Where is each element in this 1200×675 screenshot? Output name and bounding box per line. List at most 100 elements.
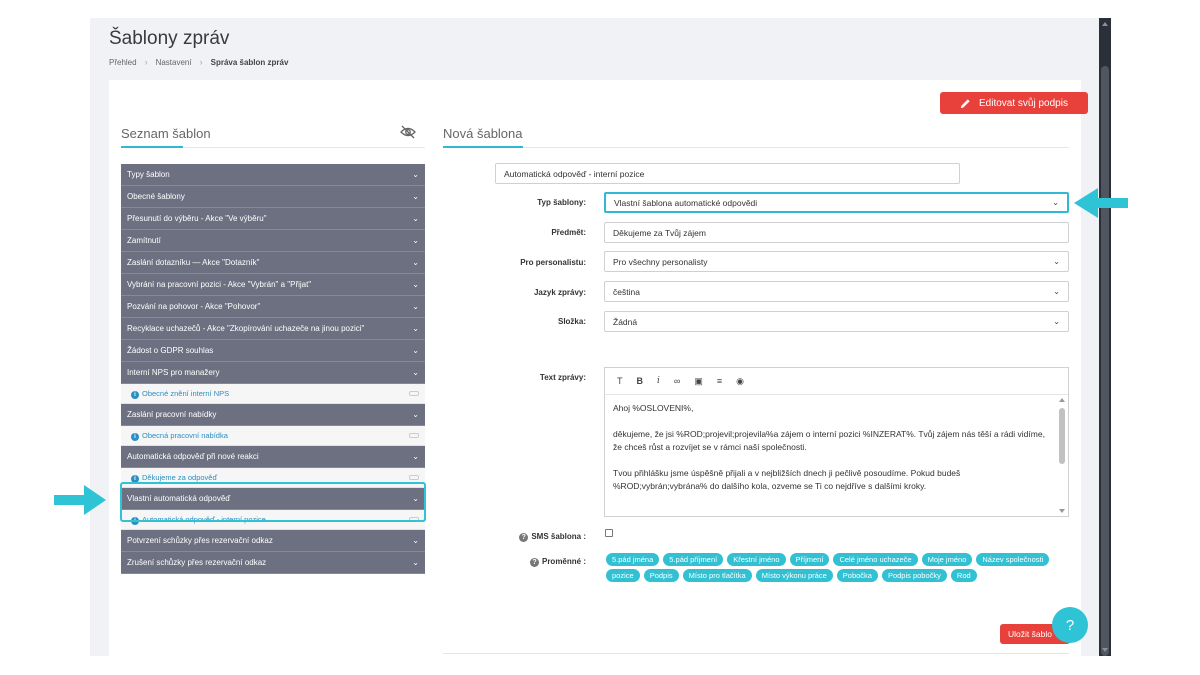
list-category[interactable]: Žádost o GDPR souhlas ⌄	[121, 340, 425, 362]
chevron-down-icon: ⌄	[412, 346, 419, 355]
scrollbar-thumb[interactable]	[1059, 408, 1065, 464]
chevron-down-icon: ⌄	[1052, 198, 1059, 207]
eye-off-icon[interactable]	[400, 125, 416, 139]
list-category[interactable]: Typy šablon ⌄	[121, 164, 425, 186]
breadcrumb-item-overview[interactable]: Přehled	[109, 58, 137, 67]
page-title: Šablony zpráv	[109, 28, 230, 49]
title-underline	[443, 146, 523, 148]
new-template-title: Nová šablona	[443, 126, 523, 141]
chevron-down-icon: ⌄	[412, 452, 419, 461]
variable-chip[interactable]: Místo pro tlačítka	[682, 569, 752, 582]
tag-icon	[409, 433, 419, 438]
variable-chip[interactable]: Rod	[950, 569, 977, 582]
list-category[interactable]: Zaslání pracovní nabídky ⌄	[121, 404, 425, 426]
chevron-down-icon: ⌄	[1053, 317, 1060, 326]
variable-chip[interactable]: Název společnosti	[976, 553, 1050, 566]
variable-chip[interactable]: 5.pád jména	[606, 553, 660, 566]
list-category[interactable]: Zrušení schůzky přes rezervační odkaz ⌄	[121, 552, 425, 574]
list-template-item[interactable]: i Obecné znění interní NPS	[121, 384, 425, 404]
list-category[interactable]: Přesunutí do výběru - Akce "Ve výběru" ⌄	[121, 208, 425, 230]
variable-chip[interactable]: Podpis pobočky	[881, 569, 947, 582]
help-button[interactable]: ?	[1052, 607, 1088, 643]
folder-select[interactable]: Žádná ⌄	[604, 311, 1069, 332]
variable-chip[interactable]: Moje jméno	[921, 553, 973, 566]
title-underline	[121, 146, 183, 148]
pointer-arrow-right-icon	[54, 485, 106, 515]
list-category[interactable]: Obecné šablony ⌄	[121, 186, 425, 208]
variable-chip[interactable]: pozice	[606, 569, 640, 582]
list-category[interactable]: Vybrání na pracovní pozici - Akce "Vybrá…	[121, 274, 425, 296]
text-format-icon[interactable]: T	[617, 376, 623, 386]
pencil-icon	[960, 98, 970, 108]
editor-scrollbar[interactable]	[1059, 398, 1065, 513]
list-category[interactable]: Zamítnutí ⌄	[121, 230, 425, 252]
variable-chip[interactable]: Celé jméno uchazeče	[833, 553, 918, 566]
edit-signature-button[interactable]: Editovat svůj podpis	[940, 92, 1088, 114]
template-list-title: Seznam šablon	[121, 126, 211, 141]
variable-chip[interactable]: Místo výkonu práce	[755, 569, 833, 582]
template-type-select[interactable]: Vlastní šablona automatické odpovědi ⌄	[604, 192, 1069, 213]
variable-chip[interactable]: Pobočka	[836, 569, 878, 582]
folder-label: Složka:	[557, 317, 586, 326]
variable-chip[interactable]: Křestní jméno	[727, 553, 786, 566]
language-label: Jazyk zprávy:	[533, 288, 586, 297]
chevron-down-icon: ⌄	[1053, 257, 1060, 266]
variable-chip[interactable]: Příjmení	[789, 553, 830, 566]
message-text-label: Text zprávy:	[539, 373, 586, 382]
chevron-down-icon: ⌄	[412, 410, 419, 419]
list-template-item[interactable]: i Obecná pracovní nabídka	[121, 426, 425, 446]
list-category[interactable]: Recyklace uchazečů - Akce "Zkopírování u…	[121, 318, 425, 340]
question-icon: ?	[529, 558, 539, 567]
breadcrumb: Přehled › Nastavení › Správa šablon zprá…	[109, 57, 288, 67]
divider	[443, 147, 1069, 148]
list-category[interactable]: Potvrzení schůzky přes rezervační odkaz ⌄	[121, 530, 425, 552]
preview-eye-icon[interactable]: ◉	[736, 376, 744, 387]
editor-content[interactable]: Ahoj %OSLOVENI%, děkujeme, že jsi %ROD;p…	[613, 402, 1053, 510]
chevron-down-icon: ⌄	[1053, 287, 1060, 296]
list-category[interactable]: Zaslání dotazníku — Akce "Dotazník" ⌄	[121, 252, 425, 274]
scroll-up-icon[interactable]	[1059, 398, 1065, 402]
breadcrumb-item-current: Správa šablon zpráv	[210, 57, 289, 67]
bold-icon[interactable]: B	[637, 376, 644, 386]
divider	[443, 653, 1069, 654]
chevron-down-icon: ⌄	[412, 214, 419, 223]
variables-label: ? Proměnné :	[416, 557, 586, 567]
scrollbar-thumb[interactable]	[1101, 66, 1109, 656]
variable-chip[interactable]: Podpis	[643, 569, 679, 582]
variables-list: 5.pád jména 5.pád příjmení Křestní jméno…	[606, 553, 1076, 582]
question-icon: ?	[519, 533, 529, 542]
subject-input[interactable]: Děkujeme za Tvůj zájem	[604, 222, 1069, 243]
link-icon[interactable]: ∞	[674, 376, 680, 386]
scroll-up-icon[interactable]	[1102, 22, 1108, 26]
recruiter-select[interactable]: Pro všechny personalisty ⌄	[604, 251, 1069, 272]
template-name-input[interactable]: Automatická odpověď - interní pozice	[495, 163, 960, 184]
variable-chip[interactable]: 5.pád příjmení	[663, 553, 724, 566]
tag-icon	[409, 475, 419, 480]
recruiter-label: Pro personalistu:	[520, 258, 586, 267]
selected-item-highlight	[120, 482, 426, 522]
tag-icon	[409, 391, 419, 396]
page-scrollbar[interactable]	[1099, 18, 1111, 656]
scroll-down-icon[interactable]	[1102, 648, 1108, 652]
chevron-down-icon: ⌄	[412, 236, 419, 245]
breadcrumb-item-settings[interactable]: Nastavení	[156, 58, 192, 67]
sms-template-label: ? SMS šablona :	[416, 532, 586, 542]
info-icon: i	[131, 432, 139, 441]
language-select[interactable]: čeština ⌄	[604, 281, 1069, 302]
list-category[interactable]: Pozvání na pohovor - Akce "Pohovor" ⌄	[121, 296, 425, 318]
list-icon[interactable]: ≡	[717, 376, 722, 386]
list-category[interactable]: Interní NPS pro manažery ⌄	[121, 362, 425, 384]
breadcrumb-separator-icon: ›	[144, 57, 148, 67]
image-icon[interactable]: ▣	[694, 376, 703, 387]
info-icon: i	[131, 390, 139, 399]
template-type-label: Typ šablony:	[537, 198, 586, 207]
scroll-down-icon[interactable]	[1059, 509, 1065, 513]
list-category[interactable]: Automatická odpověď při nové reakci ⌄	[121, 446, 425, 468]
sms-template-checkbox[interactable]	[605, 529, 613, 537]
subject-label: Předmět:	[551, 228, 586, 237]
message-editor[interactable]: T B i ∞ ▣ ≡ ◉ Ahoj %OSLOVENI%, děkujeme,…	[604, 367, 1069, 517]
italic-icon[interactable]: i	[657, 376, 660, 386]
pointer-arrow-left-icon	[1074, 188, 1128, 218]
chevron-down-icon: ⌄	[412, 302, 419, 311]
edit-signature-label: Editovat svůj podpis	[979, 97, 1068, 109]
